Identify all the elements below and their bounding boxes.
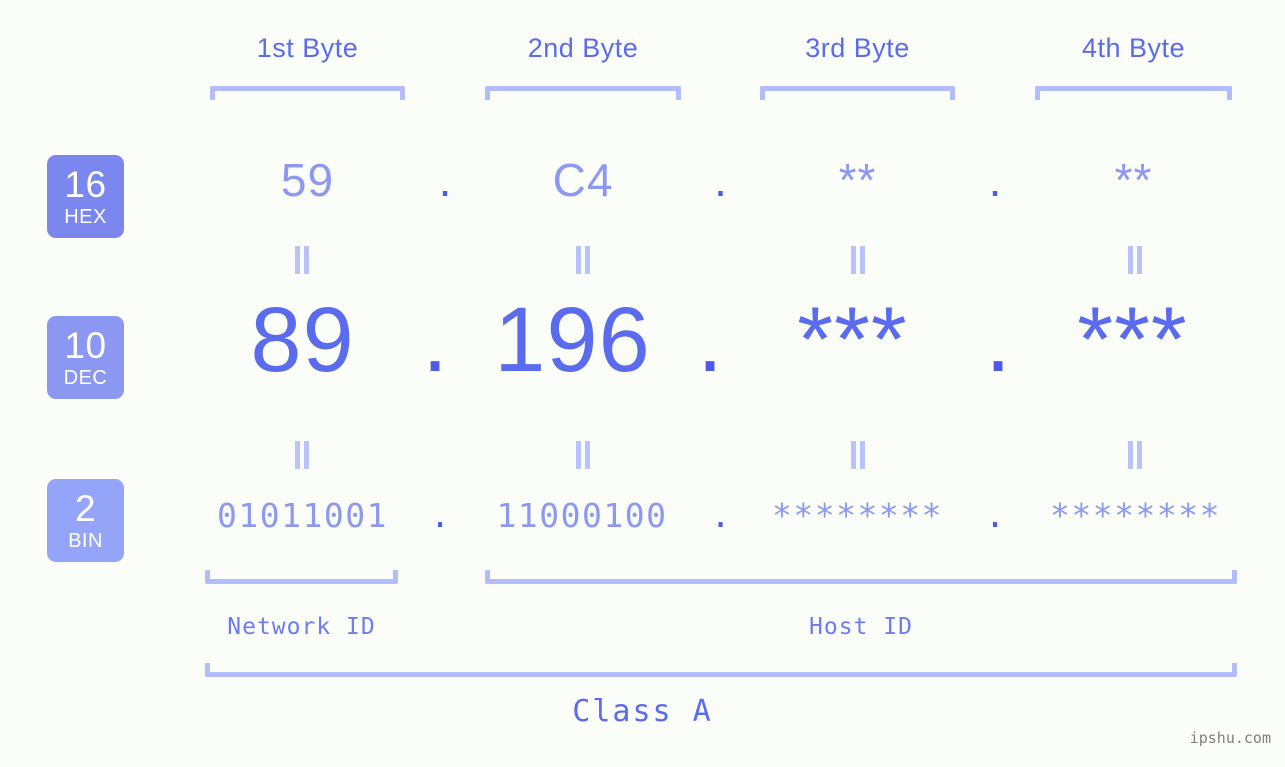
bin-separator-3: . xyxy=(985,496,1005,535)
base-badge-bin-number: 2 xyxy=(74,488,97,529)
ip-byte-diagram: 1st Byte 2nd Byte 3rd Byte 4th Byte 16 H… xyxy=(0,0,1285,767)
class-label: Class A xyxy=(572,694,713,729)
dec-separator-2: . xyxy=(697,289,723,391)
byte-header-1: 1st Byte xyxy=(256,33,359,63)
base-badge-hex: 16 HEX xyxy=(47,155,124,238)
hex-separator-2: . xyxy=(714,154,727,206)
base-badge-hex-name: HEX xyxy=(64,206,107,228)
hex-byte-3: ** xyxy=(838,154,877,206)
base-badge-dec-name: DEC xyxy=(63,367,108,389)
equals-connector-dec-bin-4 xyxy=(1126,441,1144,469)
base-badge-dec: 10 DEC xyxy=(47,316,124,399)
dec-byte-4: *** xyxy=(1077,289,1188,391)
hex-byte-1: 59 xyxy=(280,154,335,206)
dec-byte-3: *** xyxy=(797,289,908,391)
dec-separator-1: . xyxy=(422,289,448,391)
base-badge-bin: 2 BIN xyxy=(47,479,124,562)
hex-separator-3: . xyxy=(988,154,1002,206)
byte-bracket-2 xyxy=(485,86,681,100)
network-id-label: Network ID xyxy=(227,614,376,640)
bin-byte-4: ******** xyxy=(1050,496,1221,535)
base-badge-bin-name: BIN xyxy=(68,530,103,552)
base-badge-dec-number: 10 xyxy=(64,325,107,366)
equals-connector-dec-bin-1 xyxy=(293,441,311,469)
equals-connector-hex-dec-4 xyxy=(1126,246,1144,274)
byte-bracket-3 xyxy=(760,86,955,100)
watermark: ipshu.com xyxy=(1189,729,1271,747)
equals-connector-hex-dec-1 xyxy=(293,246,311,274)
hex-separator-1: . xyxy=(438,154,452,206)
byte-header-2: 2nd Byte xyxy=(527,33,639,63)
bin-byte-1: 01011001 xyxy=(217,496,388,535)
host-id-label: Host ID xyxy=(809,614,913,640)
network-id-bracket-top xyxy=(205,570,398,584)
dec-byte-1: 89 xyxy=(250,289,355,391)
equals-connector-hex-dec-3 xyxy=(849,246,867,274)
bin-byte-3: ******** xyxy=(772,496,943,535)
byte-header-4: 4th Byte xyxy=(1081,33,1186,63)
byte-bracket-4 xyxy=(1035,86,1232,100)
equals-connector-dec-bin-3 xyxy=(849,441,867,469)
dec-separator-3: . xyxy=(985,289,1011,391)
hex-byte-2: C4 xyxy=(552,154,614,206)
hex-byte-4: ** xyxy=(1114,154,1153,206)
bin-separator-1: . xyxy=(430,496,450,535)
equals-connector-dec-bin-2 xyxy=(574,441,592,469)
dec-byte-2: 196 xyxy=(494,289,651,391)
bin-separator-2: . xyxy=(710,496,731,535)
class-bracket xyxy=(205,663,1237,677)
byte-bracket-1 xyxy=(210,86,405,100)
byte-header-3: 3rd Byte xyxy=(805,33,910,63)
equals-connector-hex-dec-2 xyxy=(574,246,592,274)
host-id-bracket-top xyxy=(485,570,1237,584)
base-badge-hex-number: 16 xyxy=(64,164,107,205)
bin-byte-2: 11000100 xyxy=(496,496,668,535)
